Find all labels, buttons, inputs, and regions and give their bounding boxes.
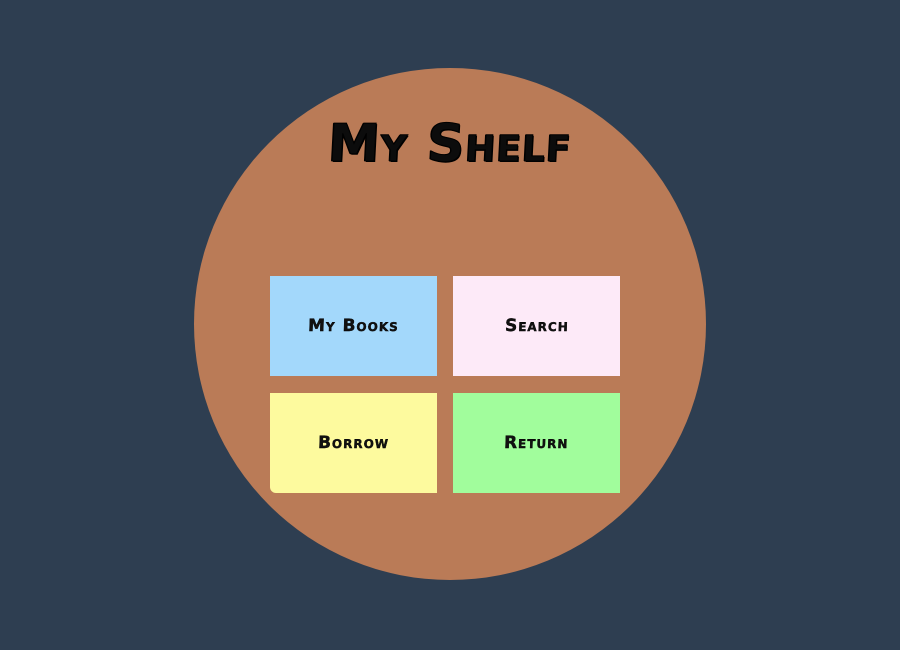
search-button[interactable]: Search — [453, 276, 620, 376]
my-books-label: My Books — [307, 316, 400, 336]
app-screen: My Shelf My Books Search Borrow Return — [0, 0, 900, 650]
borrow-button[interactable]: Borrow — [270, 393, 437, 493]
main-menu: My Books Search Borrow Return — [270, 276, 621, 493]
page-title: My Shelf — [326, 114, 574, 175]
my-books-button[interactable]: My Books — [270, 276, 437, 376]
search-label: Search — [504, 316, 569, 336]
borrow-label: Borrow — [317, 433, 390, 453]
return-label: Return — [503, 433, 570, 453]
return-button[interactable]: Return — [453, 393, 620, 493]
